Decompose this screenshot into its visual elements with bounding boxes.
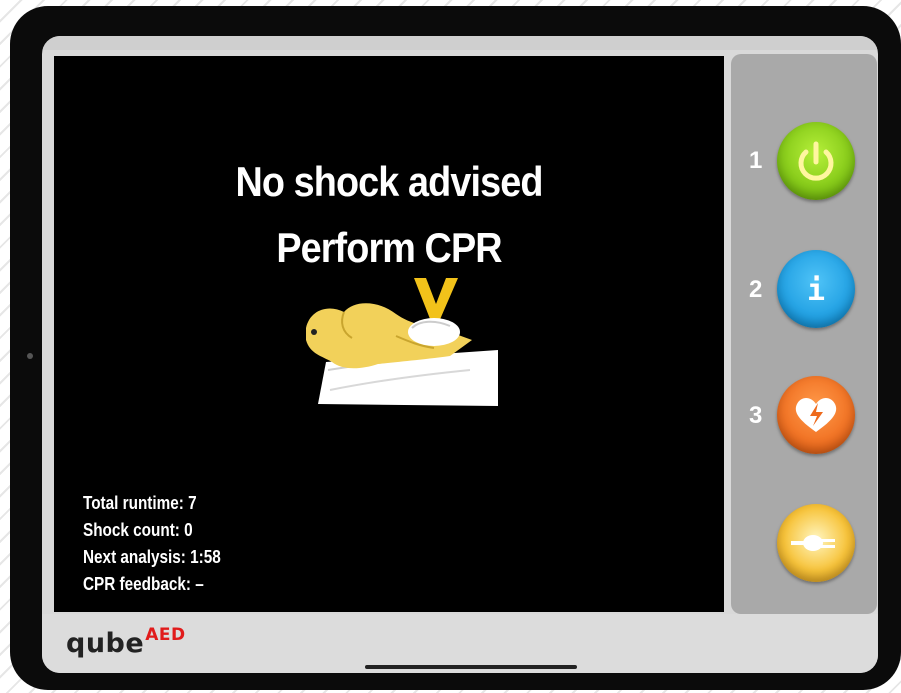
heart-shock-icon — [795, 398, 837, 432]
electrode-plug-icon — [791, 535, 835, 551]
stat-cpr-feedback: CPR feedback: – — [83, 574, 204, 594]
stats-panel: Total runtime: 7 Shock count: 0 Next ana… — [83, 490, 221, 598]
info-button[interactable]: i — [777, 250, 855, 328]
top-strip — [42, 36, 878, 50]
instruction-message: Perform CPR — [276, 224, 502, 271]
svg-text:i: i — [807, 273, 825, 308]
electrode-plug-button[interactable] — [777, 504, 855, 582]
aed-display: No shock advised Perform CPR Total runti… — [54, 56, 724, 612]
status-message: No shock advised — [235, 158, 543, 205]
button-number-3: 3 — [749, 402, 763, 429]
device-screen: No shock advised Perform CPR Total runti… — [42, 36, 878, 673]
control-panel: 1 2 i 3 — [731, 54, 877, 614]
stat-total-runtime: Total runtime: 7 — [83, 493, 197, 513]
brand-logo: qubeAED — [66, 625, 186, 659]
tablet-frame: No shock advised Perform CPR Total runti… — [10, 6, 901, 690]
shock-button[interactable] — [777, 376, 855, 454]
cpr-illustration-icon — [306, 278, 498, 406]
button-number-2: 2 — [749, 276, 763, 303]
power-button[interactable] — [777, 122, 855, 200]
info-icon: i — [807, 273, 825, 308]
button-number-1: 1 — [749, 147, 763, 174]
home-indicator[interactable] — [365, 665, 577, 669]
stat-next-analysis: Next analysis: 1:58 — [83, 547, 221, 567]
stat-shock-count: Shock count: 0 — [83, 520, 193, 540]
camera-dot — [27, 353, 33, 359]
power-icon — [798, 141, 834, 181]
